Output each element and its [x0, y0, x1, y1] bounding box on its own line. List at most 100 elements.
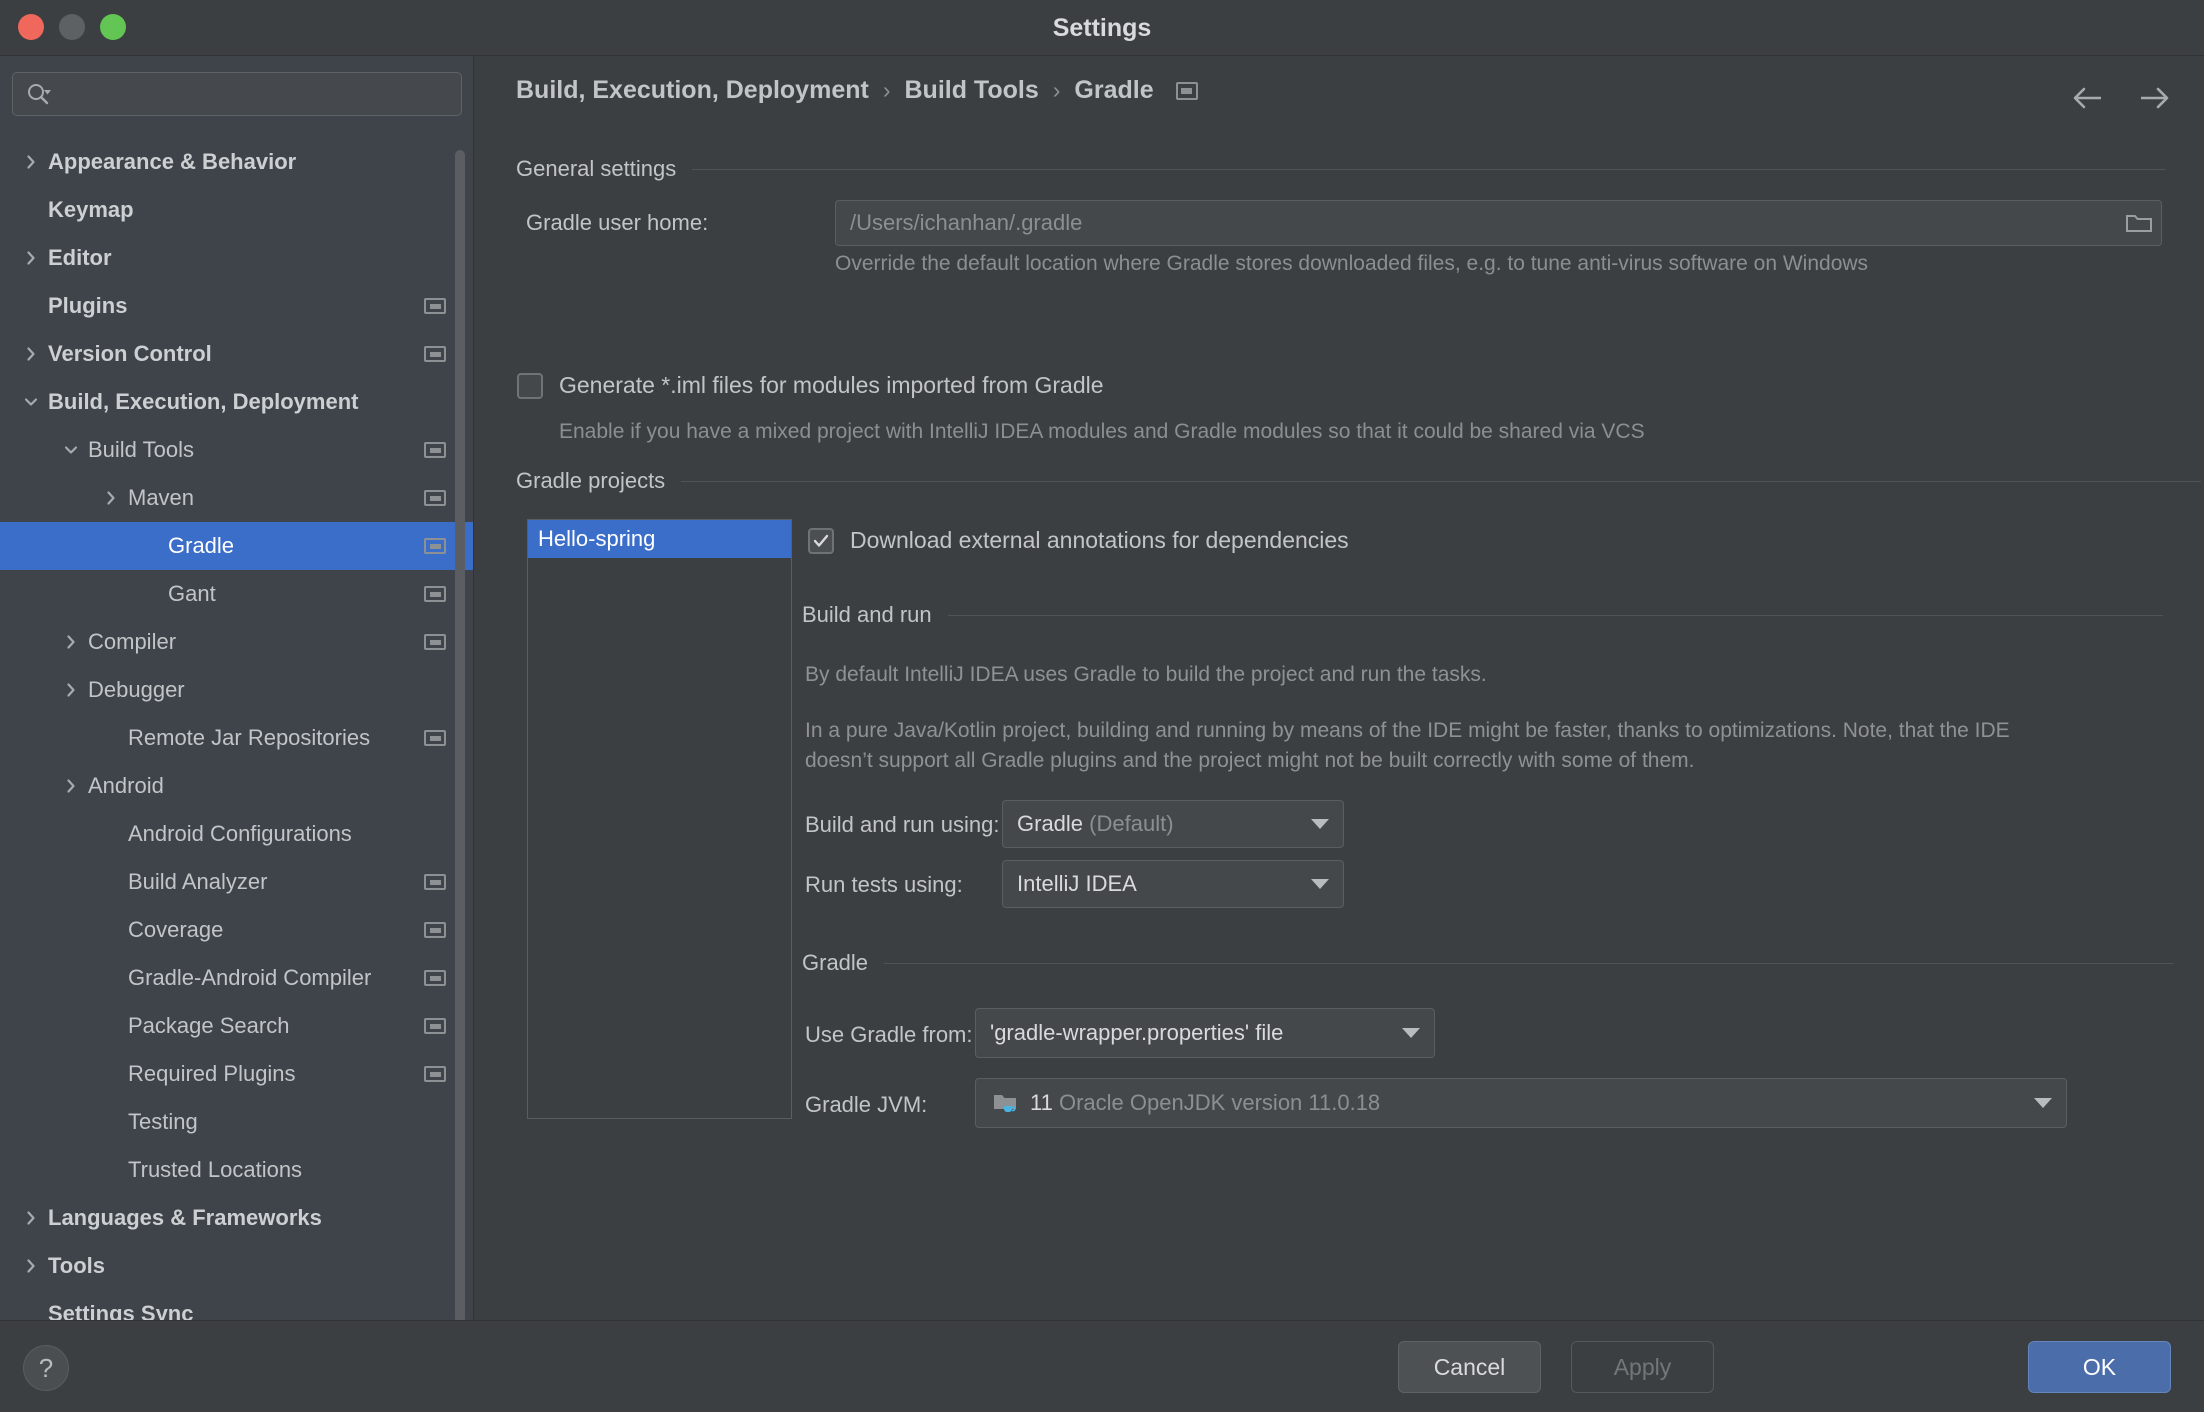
- chevron-right-icon[interactable]: [58, 633, 84, 651]
- run-tests-using-value: IntelliJ IDEA: [1017, 871, 1137, 896]
- settings-tree: Appearance & Behavior Keymap Editor Plugins…: [0, 138, 473, 1320]
- sidebar-item-label: Compiler: [88, 629, 177, 654]
- sidebar-item-remote-jar-repositories[interactable]: Remote Jar Repositories: [0, 714, 473, 762]
- chevron-down-icon[interactable]: [58, 441, 84, 459]
- sidebar-item-keymap[interactable]: Keymap: [0, 186, 473, 234]
- breadcrumb-item-current: Gradle: [1074, 76, 1154, 104]
- breadcrumb-item-parent[interactable]: Build Tools: [905, 76, 1039, 105]
- ok-button[interactable]: OK: [2028, 1341, 2171, 1393]
- search-input[interactable]: [59, 73, 455, 115]
- sidebar-item-label: Keymap: [48, 197, 134, 222]
- generate-iml-hint: Enable if you have a mixed project with …: [559, 420, 1645, 443]
- search-icon: [26, 82, 52, 108]
- gradle-user-home-field[interactable]: [835, 200, 2162, 246]
- sidebar-item-debugger[interactable]: Debugger: [0, 666, 473, 714]
- sidebar-item-appearance-behavior[interactable]: Appearance & Behavior: [0, 138, 473, 186]
- sidebar-item-required-plugins[interactable]: Required Plugins: [0, 1050, 473, 1098]
- chevron-right-icon[interactable]: [18, 345, 44, 363]
- sidebar-item-gradle[interactable]: Gradle: [0, 522, 473, 570]
- sidebar-item-languages-frameworks[interactable]: Languages & Frameworks: [0, 1194, 473, 1242]
- gradle-projects-list[interactable]: Hello-spring: [527, 519, 792, 1119]
- generate-iml-checkbox-row[interactable]: Generate *.iml files for modules importe…: [517, 372, 1104, 399]
- sidebar-item-coverage[interactable]: Coverage: [0, 906, 473, 954]
- sidebar-item-label: Gradle: [168, 533, 235, 558]
- search-box[interactable]: [12, 72, 462, 116]
- group-divider-line: [692, 168, 2166, 170]
- general-settings-group-header: General settings: [516, 156, 2166, 182]
- sidebar-item-compiler[interactable]: Compiler: [0, 618, 473, 666]
- sidebar-item-label: Debugger: [88, 677, 185, 702]
- gradle-jvm-dropdown[interactable]: 11 Oracle OpenJDK version 11.0.18: [975, 1078, 2067, 1128]
- chevron-down-icon[interactable]: [18, 393, 44, 411]
- chevron-down-icon: [1311, 819, 1329, 829]
- sidebar-item-settings-sync[interactable]: Settings Sync: [0, 1290, 473, 1320]
- title-bar: Settings: [0, 0, 2204, 56]
- gradle-user-home-label: Gradle user home:: [526, 210, 709, 235]
- sidebar-item-build-execution-deployment[interactable]: Build, Execution, Deployment: [0, 378, 473, 426]
- gradle-project-item[interactable]: Hello-spring: [528, 520, 791, 558]
- chevron-right-icon[interactable]: [58, 777, 84, 795]
- use-gradle-from-dropdown[interactable]: 'gradle-wrapper.properties' file: [975, 1008, 1435, 1058]
- sidebar-item-version-control[interactable]: Version Control: [0, 330, 473, 378]
- run-tests-using-label: Run tests using:: [805, 872, 963, 897]
- apply-button[interactable]: Apply: [1571, 1341, 1714, 1393]
- download-annotations-checkbox[interactable]: [808, 527, 834, 554]
- chevron-right-icon[interactable]: [18, 249, 44, 267]
- sidebar-item-trusted-locations[interactable]: Trusted Locations: [0, 1146, 473, 1194]
- gradle-jvm-label: Gradle JVM:: [805, 1092, 928, 1117]
- build-and-run-group-header: Build and run: [802, 602, 2163, 628]
- gradle-section-title: Gradle: [802, 950, 869, 975]
- build-run-paragraph-1: By default IntelliJ IDEA uses Gradle to …: [805, 663, 1487, 686]
- build-and-run-title: Build and run: [802, 602, 932, 627]
- sidebar-item-label: Build Tools: [88, 437, 194, 462]
- help-button[interactable]: ?: [23, 1345, 69, 1391]
- chevron-right-icon[interactable]: [18, 1257, 44, 1275]
- breadcrumb-item-root[interactable]: Build, Execution, Deployment: [516, 76, 869, 105]
- chevron-right-icon[interactable]: [58, 681, 84, 699]
- download-annotations-checkbox-row[interactable]: Download external annotations for depend…: [808, 527, 1349, 554]
- sidebar-item-maven[interactable]: Maven: [0, 474, 473, 522]
- sidebar-item-label: Android: [88, 773, 164, 798]
- breadcrumb: Build, Execution, Deployment › Build Too…: [516, 76, 1198, 105]
- project-scope-icon: [424, 874, 446, 890]
- sidebar-item-gant[interactable]: Gant: [0, 570, 473, 618]
- chevron-right-icon[interactable]: [98, 489, 124, 507]
- project-scope-icon: [424, 346, 446, 362]
- generate-iml-checkbox[interactable]: [517, 372, 543, 399]
- back-arrow-icon[interactable]: [2068, 78, 2108, 118]
- navigation-arrows: [2068, 78, 2174, 118]
- run-tests-using-dropdown[interactable]: IntelliJ IDEA: [1002, 860, 1344, 908]
- sidebar-item-label: Version Control: [48, 341, 212, 366]
- sidebar-item-plugins[interactable]: Plugins: [0, 282, 473, 330]
- project-scope-icon: [424, 1066, 446, 1082]
- sidebar-item-android[interactable]: Android: [0, 762, 473, 810]
- sidebar-item-editor[interactable]: Editor: [0, 234, 473, 282]
- sidebar-item-tools[interactable]: Tools: [0, 1242, 473, 1290]
- sidebar-item-label: Remote Jar Repositories: [128, 725, 371, 750]
- build-run-using-dropdown[interactable]: Gradle (Default): [1002, 800, 1344, 848]
- sidebar-item-label: Languages & Frameworks: [48, 1205, 322, 1230]
- gradle-user-home-hint: Override the default location where Grad…: [835, 252, 1869, 275]
- sidebar-item-build-analyzer[interactable]: Build Analyzer: [0, 858, 473, 906]
- project-scope-icon: [424, 490, 446, 506]
- sidebar-item-gradle-android-compiler[interactable]: Gradle-Android Compiler: [0, 954, 473, 1002]
- sidebar-item-package-search[interactable]: Package Search: [0, 1002, 473, 1050]
- chevron-right-icon[interactable]: [18, 153, 44, 171]
- sidebar-item-label: Tools: [48, 1253, 106, 1278]
- sidebar-item-android-configurations[interactable]: Android Configurations: [0, 810, 473, 858]
- breadcrumb-separator-2: ›: [1052, 77, 1061, 103]
- settings-main-panel: Build, Execution, Deployment › Build Too…: [475, 56, 2204, 1320]
- forward-arrow-icon[interactable]: [2134, 78, 2174, 118]
- gradle-user-home-input[interactable]: [836, 210, 2117, 236]
- cancel-button[interactable]: Cancel: [1398, 1341, 1541, 1393]
- sidebar-item-testing[interactable]: Testing: [0, 1098, 473, 1146]
- browse-folder-icon[interactable]: [2117, 201, 2161, 245]
- chevron-right-icon[interactable]: [18, 1209, 44, 1227]
- sidebar-item-label: Build, Execution, Deployment: [48, 389, 359, 414]
- generate-iml-label: Generate *.iml files for modules importe…: [559, 372, 1104, 398]
- sidebar-scrollbar-thumb[interactable]: [455, 150, 465, 1320]
- sidebar-item-build-tools[interactable]: Build Tools: [0, 426, 473, 474]
- download-annotations-label: Download external annotations for depend…: [850, 527, 1349, 553]
- gradle-projects-title: Gradle projects: [516, 468, 666, 493]
- project-scope-icon: [424, 586, 446, 602]
